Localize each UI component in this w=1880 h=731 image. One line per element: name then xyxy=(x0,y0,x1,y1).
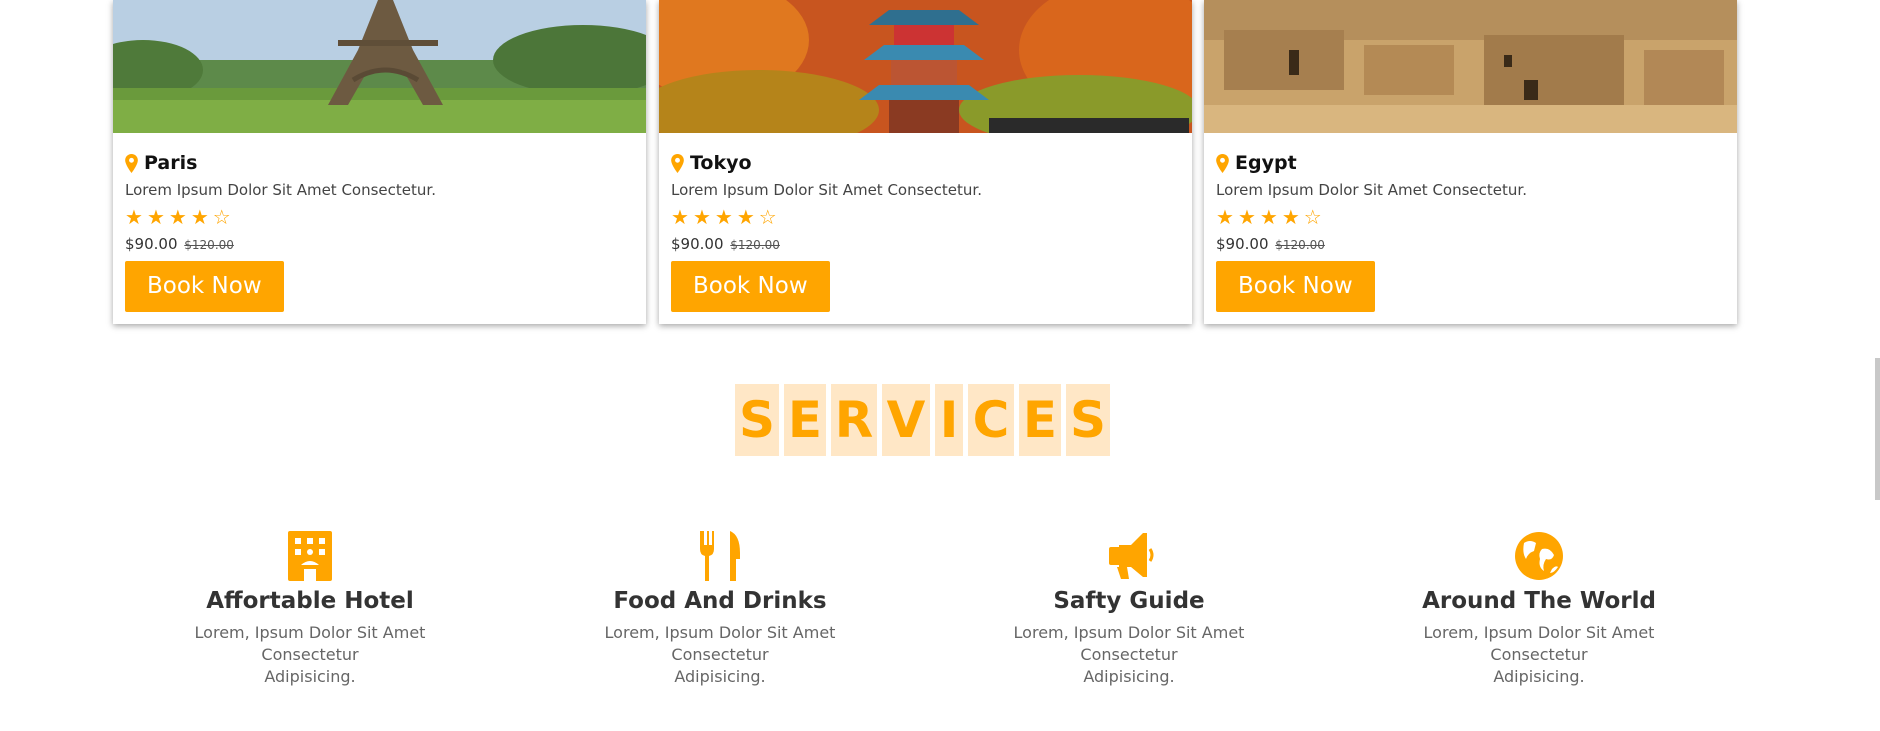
destination-card-egypt: Egypt Lorem Ipsum Dolor Sit Amet Consect… xyxy=(1204,0,1737,324)
star-empty-icon: ☆ xyxy=(758,205,777,229)
book-now-button[interactable]: Book Now xyxy=(1216,261,1375,312)
destination-card-paris: Paris Lorem Ipsum Dolor Sit Amet Consect… xyxy=(113,0,646,324)
service-description-line: Adipisicing. xyxy=(264,667,356,686)
star-filled-icon: ★ xyxy=(714,205,733,229)
card-title: Egypt xyxy=(1216,151,1725,175)
service-description-line: Adipisicing. xyxy=(1083,667,1175,686)
location-pin-icon xyxy=(125,153,138,173)
current-price: $90.00 xyxy=(125,235,178,253)
heading-letter: C xyxy=(968,384,1014,456)
star-filled-icon: ★ xyxy=(1281,205,1300,229)
location-pin-icon xyxy=(1216,153,1229,173)
current-price: $90.00 xyxy=(671,235,724,253)
old-price: $120.00 xyxy=(184,238,234,252)
book-now-button[interactable]: Book Now xyxy=(125,261,284,312)
heading-letter: S xyxy=(735,384,779,456)
globe-icon xyxy=(1509,530,1569,582)
service-around-the-world: Around The World Lorem, Ipsum Dolor Sit … xyxy=(1374,530,1704,688)
card-description: Lorem Ipsum Dolor Sit Amet Consectetur. xyxy=(671,181,982,199)
rating-stars: ★ ★ ★ ★ ☆ xyxy=(671,207,1180,227)
card-description: Lorem Ipsum Dolor Sit Amet Consectetur. xyxy=(125,181,436,199)
card-title: Tokyo xyxy=(671,151,1180,175)
service-description-line: Lorem, Ipsum Dolor Sit Amet Consectetur xyxy=(194,623,426,664)
star-filled-icon: ★ xyxy=(692,205,711,229)
destination-card-tokyo: Tokyo Lorem Ipsum Dolor Sit Amet Consect… xyxy=(659,0,1192,324)
service-description-line: Lorem, Ipsum Dolor Sit Amet Consectetur xyxy=(1013,623,1245,664)
heading-letter: R xyxy=(831,384,877,456)
price: $90.00 $120.00 xyxy=(671,235,1180,253)
star-filled-icon: ★ xyxy=(125,205,143,229)
heading-letter: E xyxy=(784,384,826,456)
service-name: Safty Guide xyxy=(1053,588,1205,614)
location-pin-icon xyxy=(671,153,684,173)
star-filled-icon: ★ xyxy=(1237,205,1256,229)
book-now-button[interactable]: Book Now xyxy=(671,261,830,312)
heading-letter: E xyxy=(1019,384,1061,456)
star-filled-icon: ★ xyxy=(168,205,187,229)
star-empty-icon: ☆ xyxy=(1303,205,1322,229)
card-title: Paris xyxy=(125,151,634,175)
card-title-text: Tokyo xyxy=(690,152,752,174)
destination-cards: Paris Lorem Ipsum Dolor Sit Amet Consect… xyxy=(113,0,1737,324)
service-name: Food And Drinks xyxy=(613,588,827,614)
utensils-icon xyxy=(690,530,750,582)
service-description-line: Adipisicing. xyxy=(1493,667,1585,686)
star-filled-icon: ★ xyxy=(190,205,209,229)
service-name: Around The World xyxy=(1422,588,1656,614)
services-heading: S E R V I C E S xyxy=(735,384,1110,456)
service-food-and-drinks: Food And Drinks Lorem, Ipsum Dolor Sit A… xyxy=(555,530,885,688)
service-description-line: Adipisicing. xyxy=(674,667,766,686)
card-title-text: Egypt xyxy=(1235,152,1297,174)
paris-image xyxy=(113,0,646,133)
service-description-line: Lorem, Ipsum Dolor Sit Amet Consectetur xyxy=(604,623,836,664)
price: $90.00 $120.00 xyxy=(125,235,634,253)
heading-letter: V xyxy=(882,384,930,456)
bullhorn-icon xyxy=(1099,530,1159,582)
egypt-image xyxy=(1204,0,1737,133)
service-description: Lorem, Ipsum Dolor Sit Amet Consectetur … xyxy=(555,622,885,688)
service-description: Lorem, Ipsum Dolor Sit Amet Consectetur … xyxy=(1374,622,1704,688)
service-description: Lorem, Ipsum Dolor Sit Amet Consectetur … xyxy=(964,622,1294,688)
service-safety-guide: Safty Guide Lorem, Ipsum Dolor Sit Amet … xyxy=(964,530,1294,688)
heading-letter: I xyxy=(935,384,963,456)
service-description-line: Lorem, Ipsum Dolor Sit Amet Consectetur xyxy=(1423,623,1655,664)
old-price: $120.00 xyxy=(1275,238,1325,252)
heading-letter: S xyxy=(1066,384,1110,456)
service-affordable-hotel: Affortable Hotel Lorem, Ipsum Dolor Sit … xyxy=(145,530,475,688)
star-filled-icon: ★ xyxy=(1259,205,1278,229)
card-title-text: Paris xyxy=(144,152,198,174)
hotel-icon xyxy=(280,530,340,582)
star-filled-icon: ★ xyxy=(671,205,689,229)
current-price: $90.00 xyxy=(1216,235,1269,253)
old-price: $120.00 xyxy=(730,238,780,252)
rating-stars: ★ ★ ★ ★ ☆ xyxy=(125,207,634,227)
price: $90.00 $120.00 xyxy=(1216,235,1725,253)
card-description: Lorem Ipsum Dolor Sit Amet Consectetur. xyxy=(1216,181,1527,199)
star-filled-icon: ★ xyxy=(1216,205,1234,229)
service-name: Affortable Hotel xyxy=(206,588,414,614)
star-empty-icon: ☆ xyxy=(212,205,231,229)
service-description: Lorem, Ipsum Dolor Sit Amet Consectetur … xyxy=(145,622,475,688)
scrollbar-thumb[interactable] xyxy=(1875,358,1880,500)
rating-stars: ★ ★ ★ ★ ☆ xyxy=(1216,207,1725,227)
tokyo-image xyxy=(659,0,1192,133)
star-filled-icon: ★ xyxy=(736,205,755,229)
star-filled-icon: ★ xyxy=(146,205,165,229)
